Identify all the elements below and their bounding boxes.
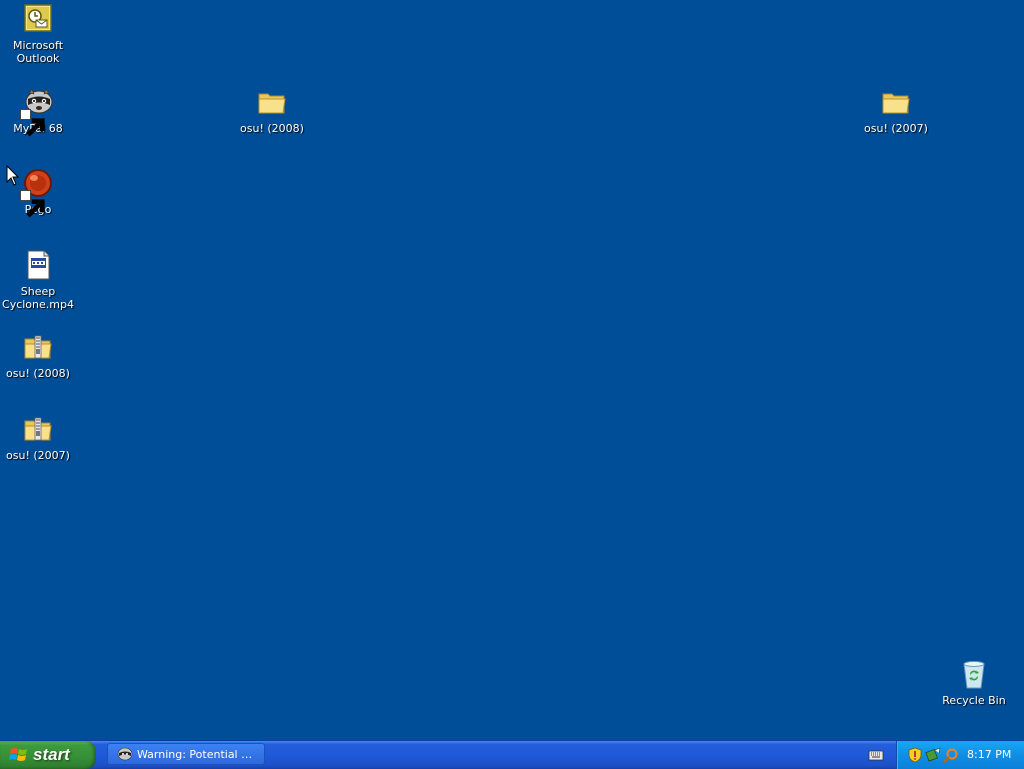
mypal-raccoon-icon <box>20 86 54 137</box>
shortcut-arrow-icon <box>20 109 45 137</box>
recycle-bin-icon <box>958 658 990 690</box>
taskbar-window-button[interactable]: Warning: Potential Se... <box>107 743 265 765</box>
desktop-icon-label: osu! (2008) <box>6 367 70 380</box>
mypal-raccoon-icon <box>117 747 133 761</box>
zip-folder-icon <box>22 331 54 363</box>
taskbar-window-label: Warning: Potential Se... <box>137 747 257 761</box>
desktop-icon-osu-2008-zip[interactable]: osu! (2008) <box>0 331 76 380</box>
folder-icon <box>880 86 912 118</box>
zip-folder-icon <box>22 413 54 445</box>
desktop-icon-osu-2008-folder[interactable]: osu! (2008) <box>234 86 310 135</box>
system-tray: 8:17 PM <box>896 741 1024 769</box>
desktop-icon-label: Sheep Cyclone.mp4 <box>2 285 74 311</box>
search-magnifier-icon[interactable] <box>943 747 959 763</box>
desktop-icon-label: osu! (2008) <box>240 122 304 135</box>
taskbar: start Warning: Potential Se... 8:17 PM <box>0 740 1024 769</box>
desktop-icon-label: osu! (2007) <box>6 449 70 462</box>
clock[interactable]: 8:17 PM <box>967 748 1011 761</box>
video-file-icon <box>22 249 54 281</box>
keyboard-language-icon[interactable] <box>868 748 884 762</box>
mouse-cursor-icon <box>6 165 20 186</box>
desktop-icon-label: Microsoft Outlook <box>12 39 64 65</box>
desktop-icon-recycle-bin[interactable]: Recycle Bin <box>936 658 1012 707</box>
desktop-icon-label: Recycle Bin <box>942 694 1006 707</box>
desktop-icon-label: osu! (2007) <box>864 122 928 135</box>
safely-remove-hardware-icon[interactable] <box>925 747 941 763</box>
start-button[interactable]: start <box>0 741 96 769</box>
windows-flag-icon <box>9 748 27 761</box>
folder-icon <box>256 86 288 118</box>
pego-red-ball-icon <box>20 167 54 218</box>
desktop-icon-osu-2007-zip[interactable]: osu! (2007) <box>0 413 76 462</box>
desktop[interactable]: Microsoft Outlook MyPal 68 osu! (2008) o… <box>0 0 1024 740</box>
desktop-icon-microsoft-outlook[interactable]: Microsoft Outlook <box>0 3 76 65</box>
shortcut-arrow-icon <box>20 190 45 218</box>
security-shield-icon[interactable] <box>907 747 923 763</box>
desktop-icon-sheep-cyclone[interactable]: Sheep Cyclone.mp4 <box>0 249 76 311</box>
outlook-icon <box>22 3 54 35</box>
desktop-icon-mypal[interactable]: MyPal 68 <box>0 86 76 137</box>
desktop-icon-osu-2007-folder[interactable]: osu! (2007) <box>858 86 934 135</box>
start-label: start <box>33 745 70 764</box>
